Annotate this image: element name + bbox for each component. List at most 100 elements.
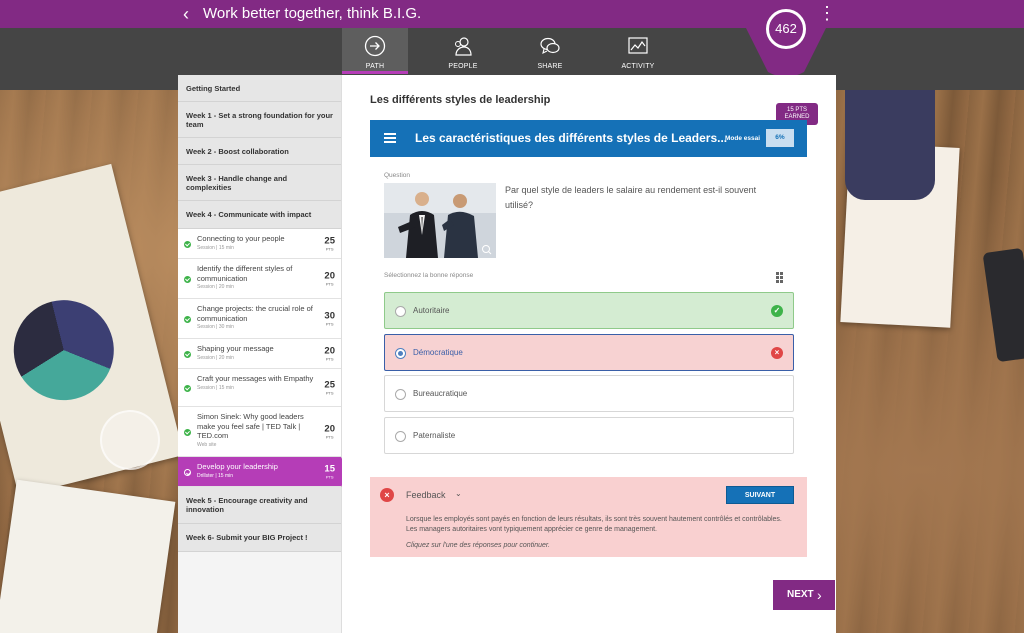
answer-option[interactable]: Autoritaire ✓ xyxy=(384,292,794,329)
quiz-title: Les caractéristiques des différents styl… xyxy=(415,131,728,145)
session-meta: Session | 20 min xyxy=(197,354,234,361)
question-label: Question xyxy=(384,172,411,179)
question-image xyxy=(384,183,496,258)
feedback-note: Cliquez sur l'une des réponses pour cont… xyxy=(406,542,550,549)
session-title: Connecting to your people xyxy=(197,234,285,243)
session-meta: Web site xyxy=(197,441,217,448)
error-circle-icon: × xyxy=(771,347,783,359)
app-title: Work better together, think B.I.G. xyxy=(203,5,422,22)
points-value: 25 xyxy=(324,379,335,390)
session-item[interactable]: Shaping your message Session | 20 min 20… xyxy=(178,339,341,369)
session-points: 30 PTS xyxy=(324,310,335,327)
next-button[interactable]: NEXT › xyxy=(773,580,835,610)
session-meta: Session | 20 min xyxy=(197,284,234,290)
tab-people[interactable]: PEOPLE xyxy=(430,28,496,74)
tab-activity[interactable]: ACTIVITY xyxy=(605,28,671,74)
session-title: Identify the different styles of communi… xyxy=(197,264,293,283)
session-meta: Session | 15 min xyxy=(197,384,234,391)
sidebar-item-week-1[interactable]: Week 1 - Set a strong foundation for you… xyxy=(178,102,341,138)
check-icon xyxy=(184,429,191,436)
points-unit: PTS xyxy=(325,474,334,479)
session-item-active[interactable]: Develop your leadership Drillster | 15 m… xyxy=(178,457,349,487)
session-item[interactable]: Simon Sinek: Why good leaders make you f… xyxy=(178,407,341,457)
answer-label: Bureaucratique xyxy=(413,389,468,398)
answer-option[interactable]: Démocratique × xyxy=(384,334,794,371)
back-chevron-icon[interactable]: ‹ xyxy=(183,4,189,24)
check-icon xyxy=(184,316,191,323)
answer-instruction: Sélectionnez la bonne réponse xyxy=(384,272,474,279)
earned-points: 15 PTS xyxy=(786,107,807,113)
session-points: 20 PTS xyxy=(324,345,335,362)
session-item[interactable]: Connecting to your people Session | 15 m… xyxy=(178,229,341,259)
arrow-circle-icon xyxy=(364,35,386,57)
points-value: 20 xyxy=(324,345,335,356)
mode-label: Mode essai xyxy=(725,135,761,142)
points-unit: PTS xyxy=(325,281,334,286)
sidebar-item-week-3[interactable]: Week 3 - Handle change and complexities xyxy=(178,165,341,201)
error-circle-icon: × xyxy=(380,488,394,502)
current-session-icon xyxy=(184,469,191,476)
lesson-title: Les différents styles de leadership xyxy=(370,94,551,106)
feedback-text: Lorsque les employés sont payés en fonct… xyxy=(406,516,782,533)
session-title: Simon Sinek: Why good leaders make you f… xyxy=(197,412,304,440)
sidebar-item-week-2[interactable]: Week 2 - Boost collaboration xyxy=(178,138,341,165)
tab-share-label: SHARE xyxy=(537,63,563,70)
answer-option[interactable]: Bureaucratique xyxy=(384,375,794,412)
sidebar-item-week-6[interactable]: Week 6- Submit your BIG Project ! xyxy=(178,524,341,552)
session-title: Change projects: the crucial role of com… xyxy=(197,304,313,323)
points-value: 30 xyxy=(324,310,335,321)
session-points: 20 PTS xyxy=(324,423,335,440)
sidebar-item-getting-started[interactable]: Getting Started xyxy=(178,75,341,102)
sidebar-item-week-4[interactable]: Week 4 - Communicate with impact xyxy=(178,201,341,229)
points-value: 25 xyxy=(324,235,335,246)
chat-bubbles-icon xyxy=(540,37,560,55)
hamburger-menu-icon[interactable] xyxy=(384,133,396,143)
session-item[interactable]: Identify the different styles of communi… xyxy=(178,259,341,299)
lesson-panel: Les différents styles de leadership 15 P… xyxy=(342,75,836,633)
course-sidebar: Getting Started Week 1 - Set a strong fo… xyxy=(178,75,349,633)
chevron-right-icon: › xyxy=(817,587,822,603)
chevron-down-icon[interactable]: ⌄ xyxy=(455,489,462,498)
radio-button[interactable] xyxy=(395,306,406,317)
tab-activity-label: ACTIVITY xyxy=(621,63,655,70)
session-item[interactable]: Change projects: the crucial role of com… xyxy=(178,299,341,339)
people-icon xyxy=(455,37,472,56)
session-points: 15 PTS xyxy=(324,464,335,480)
session-meta: Drillster | 15 min xyxy=(197,472,234,479)
tab-share[interactable]: SHARE xyxy=(517,28,583,74)
session-item[interactable]: Craft your messages with Empathy Session… xyxy=(178,369,341,407)
sidebar-item-week-5[interactable]: Week 5 - Encourage creativity and innova… xyxy=(178,487,341,524)
points-unit: PTS xyxy=(325,246,334,251)
score-badge[interactable]: 462 xyxy=(766,9,806,49)
session-meta: Session | 15 min xyxy=(197,244,234,251)
answer-label: Paternaliste xyxy=(413,431,456,440)
tab-path-label: PATH xyxy=(365,63,385,70)
session-title: Craft your messages with Empathy xyxy=(197,374,314,383)
check-icon xyxy=(184,276,191,283)
session-meta: Session | 30 min xyxy=(197,324,234,330)
points-unit: PTS xyxy=(325,390,334,395)
points-unit: PTS xyxy=(325,321,334,326)
activity-chart-icon xyxy=(628,37,648,54)
session-points: 25 PTS xyxy=(324,379,335,396)
radio-button[interactable] xyxy=(395,431,406,442)
tab-path[interactable]: PATH xyxy=(342,28,408,74)
session-points: 25 PTS xyxy=(324,235,335,252)
more-options-icon[interactable]: ⋮ xyxy=(818,4,836,24)
session-title: Develop your leadership xyxy=(197,462,278,471)
radio-button[interactable] xyxy=(395,389,406,400)
check-icon xyxy=(184,385,191,392)
points-value: 20 xyxy=(324,423,335,434)
next-label: NEXT xyxy=(787,589,814,600)
suivant-button[interactable]: SUIVANT xyxy=(726,486,794,504)
radio-button[interactable] xyxy=(395,348,406,359)
answer-option[interactable]: Paternaliste xyxy=(384,417,794,454)
top-bar: ‹ Work better together, think B.I.G. ⋮ xyxy=(0,0,1024,28)
check-icon xyxy=(184,351,191,358)
answer-label: Démocratique xyxy=(413,348,463,357)
tab-people-label: PEOPLE xyxy=(448,63,478,70)
session-title: Shaping your message xyxy=(197,344,274,353)
grid-view-icon[interactable] xyxy=(776,272,786,283)
feedback-toggle[interactable]: Feedback xyxy=(406,490,446,500)
check-circle-icon: ✓ xyxy=(771,305,783,317)
